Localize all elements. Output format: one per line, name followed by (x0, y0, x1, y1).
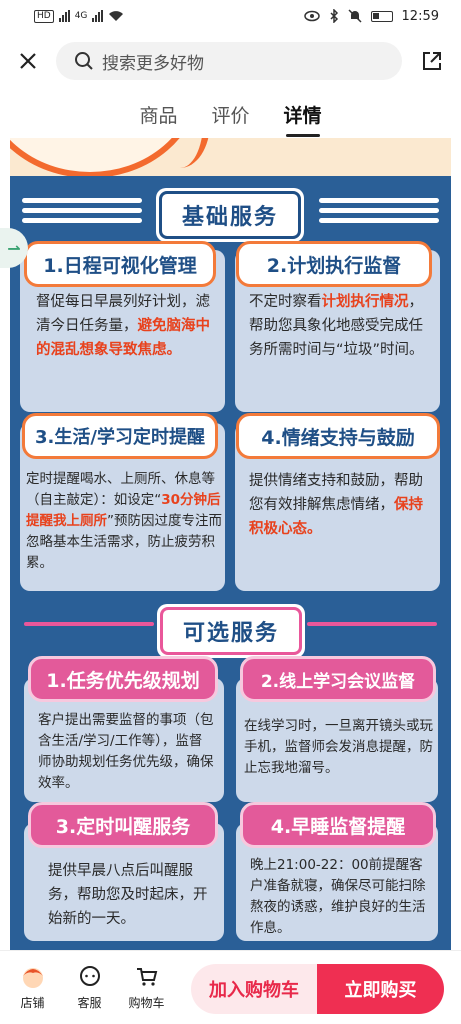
tab-reviews[interactable]: 评价 (209, 97, 251, 132)
optional-card-2-body: 在线学习时，一旦离开镜头或玩手机，监督师会发消息提醒，防止忘我地溜号。 (244, 718, 433, 776)
optional-card-3-body: 提供早晨八点后叫醒服务，帮助您及时起床，开始新的一天。 (48, 863, 208, 927)
cart-button[interactable]: 购物车 (118, 964, 175, 1011)
customer-service-button[interactable]: 客服 (61, 964, 118, 1011)
basic-services-title: 基础服务 (150, 188, 310, 242)
optional-card-1-body: 客户提出需要监督的事项（包含生活/学习/工作等），监督师协助规划任务优先级，确保… (38, 712, 214, 791)
optional-card-4-title: 4.早睡监督提醒 (240, 802, 436, 848)
optional-card-4-body: 晚上21:00-22：00前提醒客户准备就寝，确保尽可能扫除熬夜的诱惑，维护良好… (250, 857, 426, 936)
optional-card-3-title: 3.定时叫醒服务 (28, 802, 218, 848)
optional-card-1-title: 1.任务优先级规划 (28, 656, 218, 702)
divider-right (307, 622, 437, 626)
status-bar: HD 4G 12:59 (0, 0, 461, 32)
basic-card-4-title: 4.情绪支持与鼓励 (236, 413, 440, 459)
tab-product[interactable]: 商品 (137, 97, 179, 132)
store-button[interactable]: 店铺 (4, 964, 61, 1011)
tab-bar: 商品 评价 详情 (0, 90, 461, 138)
detail-poster: 基础服务 督促每日早晨列好计划，滤清今日任务量，避免脑海中的混乱想象导致焦虑。 … (10, 138, 451, 950)
close-button[interactable] (0, 32, 56, 90)
search-header: 搜索更多好物 (0, 32, 461, 90)
divider-left (24, 622, 154, 626)
wifi-icon (109, 11, 124, 21)
search-icon (75, 52, 93, 70)
share-icon (422, 52, 441, 70)
bluetooth-icon (330, 9, 338, 23)
search-placeholder: 搜索更多好物 (102, 53, 204, 74)
battery-icon (370, 10, 393, 22)
basic-card-1-body: 督促每日早晨列好计划，滤清今日任务量，避免脑海中的混乱想象导致焦虑。 (36, 294, 210, 358)
close-icon (20, 53, 36, 69)
basic-card-3-title: 3.生活/学习定时提醒 (22, 413, 218, 459)
arrow-icon: ⇀ (7, 238, 21, 258)
tab-details[interactable]: 详情 (282, 97, 324, 137)
clock: 12:59 (401, 8, 439, 24)
title-stripes-left (22, 198, 142, 223)
chat-icon (77, 964, 103, 990)
buy-now-button[interactable]: 立即购买 (317, 964, 444, 1014)
basic-card-4-body: 提供情绪支持和鼓励，帮助您有效排解焦虑情绪，保持积极心态。 (249, 473, 423, 537)
mute-icon (348, 9, 362, 23)
signal-icon-2 (92, 10, 104, 22)
title-stripes-right (319, 198, 439, 223)
store-avatar-icon (20, 964, 46, 990)
detail-content[interactable]: 基础服务 督促每日早晨列好计划，滤清今日任务量，避免脑海中的混乱想象导致焦虑。 … (0, 138, 461, 950)
search-input[interactable]: 搜索更多好物 (56, 42, 402, 80)
add-to-cart-button[interactable]: 加入购物车 (191, 964, 317, 1014)
hd-indicator: HD (34, 9, 54, 23)
share-button[interactable] (402, 32, 461, 90)
poster-top-banner (10, 138, 451, 176)
optional-services-title: 可选服务 (156, 604, 306, 658)
network-type: 4G (74, 11, 88, 21)
basic-card-2-body: 不定时察看计划执行情况，帮助您具象化地感受完成任务所需时间与“垃圾”时间。 (249, 294, 424, 358)
cart-icon (134, 964, 160, 990)
eye-icon (303, 10, 320, 22)
basic-card-3-body: 定时提醒喝水、上厕所、休息等（自主敲定）：如设定“30分钟后提醒我上厕所”预防因… (26, 471, 222, 571)
bottom-action-bar: 店铺 客服 购物车 加入购物车 立即购买 (0, 950, 461, 1024)
basic-card-2-title: 2.计划执行监督 (236, 241, 432, 287)
basic-card-1-title: 1.日程可视化管理 (24, 241, 216, 287)
optional-card-2-title: 2.线上学习会议监督 (240, 656, 436, 702)
signal-icon (58, 10, 70, 22)
